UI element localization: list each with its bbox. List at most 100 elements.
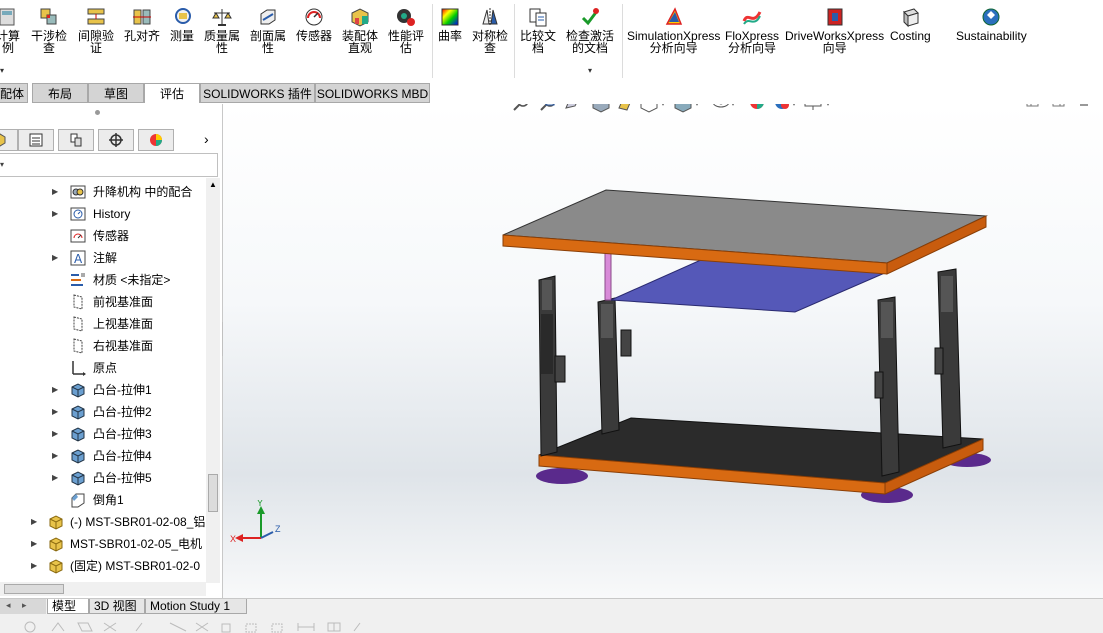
tree-vertical-scrollbar[interactable]: ▲ — [206, 178, 220, 583]
perf-eval-icon — [397, 9, 415, 26]
clearance-button[interactable]: 间隙验 证 — [78, 6, 114, 54]
tree-item[interactable]: ▶ 凸台-拉伸2 — [0, 401, 206, 423]
interference-button[interactable]: 干涉检 查 — [31, 6, 67, 54]
dash-rect-icon[interactable] — [245, 623, 257, 633]
feature-manager-tab[interactable] — [0, 129, 18, 151]
expand-arrow-icon[interactable]: ▶ — [31, 561, 37, 570]
scroll-thumb[interactable] — [4, 584, 64, 594]
expand-arrow-icon[interactable]: ▶ — [52, 385, 58, 394]
cross-tool-icon[interactable] — [103, 622, 117, 632]
expand-arrow-icon[interactable]: ▶ — [52, 407, 58, 416]
tree-item[interactable]: ▶ 凸台-拉伸4 — [0, 445, 206, 467]
assembly-visual-button[interactable]: 装配体 直观 — [342, 6, 378, 54]
lift-mechanism-model[interactable] — [223, 104, 1103, 598]
dash-rect-icon[interactable] — [271, 623, 283, 633]
slope-tool-icon[interactable] — [169, 622, 187, 632]
tab-evaluate[interactable]: 评估 — [144, 83, 200, 103]
expand-arrow-icon[interactable]: ▶ — [31, 539, 37, 548]
line-tool-icon[interactable] — [353, 622, 361, 632]
tab-model[interactable]: 模型 — [47, 599, 89, 614]
tree-item[interactable]: 上视基准面 — [0, 313, 206, 335]
floxpress-button[interactable]: FloXpress 分析向导 — [725, 6, 779, 54]
sensor-button[interactable]: 传感器 — [296, 6, 332, 42]
costing-button[interactable]: Costing — [890, 6, 931, 42]
sustainability-button[interactable]: Sustainability — [956, 6, 1027, 42]
tree-item-label: MST-SBR01-02-05_电机 — [70, 537, 203, 551]
tree-item[interactable]: 倒角1 — [0, 489, 206, 511]
expand-arrow-icon[interactable]: ▶ — [52, 451, 58, 460]
property-manager-tab[interactable] — [18, 129, 54, 151]
expand-arrow-icon[interactable]: ▶ — [52, 429, 58, 438]
expand-arrow-icon[interactable]: ▶ — [52, 187, 58, 196]
scroll-thumb[interactable] — [208, 474, 218, 512]
tab-3d-view[interactable]: 3D 视图 — [89, 599, 145, 614]
dimension-icon[interactable] — [297, 623, 315, 631]
polygon-tool-icon[interactable] — [77, 622, 93, 632]
symmetry-button[interactable]: 对称检 查 — [472, 6, 508, 54]
grid-icon[interactable] — [327, 622, 341, 632]
tree-item[interactable]: ▶ 凸台-拉伸3 — [0, 423, 206, 445]
tab-motion-study[interactable]: Motion Study 1 — [145, 599, 247, 614]
dimxpert-tab[interactable] — [98, 129, 134, 151]
tab-solidworks-addins[interactable]: SOLIDWORKS 插件 — [200, 83, 315, 103]
driveworks-button[interactable]: DriveWorksXpress 向导 — [785, 6, 884, 54]
angle-tool-icon[interactable] — [51, 622, 65, 632]
scroll-left-icon[interactable]: ◂ — [6, 600, 11, 611]
tree-item[interactable]: ▶ 凸台-拉伸5 — [0, 467, 206, 489]
tab-sketch[interactable]: 草图 — [88, 83, 144, 103]
tree-item[interactable]: ▶ (-) MST-SBR01-02-08_铝 — [0, 511, 206, 533]
expand-arrow-icon[interactable]: ▶ — [52, 209, 58, 218]
ribbon-separator — [514, 4, 515, 78]
tree-item[interactable]: 传感器 — [0, 225, 206, 247]
tab-solidworks-mbd[interactable]: SOLIDWORKS MBD — [315, 83, 430, 103]
measure-button[interactable]: 测量 — [170, 6, 194, 42]
square-tool-icon[interactable] — [221, 623, 231, 633]
expand-arrow-icon[interactable]: ▶ — [52, 253, 58, 262]
tab-assembly[interactable]: 配体 — [0, 83, 28, 103]
circle-tool-icon[interactable] — [24, 621, 36, 633]
tree-filter-box[interactable]: ▾ — [0, 153, 218, 177]
scroll-right-icon[interactable]: ▸ — [22, 600, 27, 611]
tree-item[interactable]: 右视基准面 — [0, 335, 206, 357]
expand-arrow-icon[interactable]: ▶ — [52, 473, 58, 482]
y-axis-label: Y — [257, 500, 263, 508]
command-manager-ribbon: 计算 例 ▾ 干涉检 查 间隙验 证 孔对齐 测量 质量属 性 剖面属 性 传感… — [0, 0, 1103, 83]
calc-button[interactable]: 计算 例 — [0, 6, 20, 54]
tree-item[interactable]: ▶ 凸台-拉伸1 — [0, 379, 206, 401]
perf-eval-button[interactable]: 性能评 估 — [388, 6, 424, 54]
chevron-down-icon[interactable]: ▾ — [588, 66, 592, 75]
cross-tool-icon[interactable] — [195, 622, 209, 632]
scroll-up-icon[interactable]: ▲ — [209, 180, 217, 189]
check-active-button[interactable]: 检查激活 的文档 — [566, 6, 614, 54]
hole-align-button[interactable]: 孔对齐 — [124, 6, 160, 42]
tab-layout[interactable]: 布局 — [32, 83, 88, 103]
mass-props-button[interactable]: 质量属 性 — [204, 6, 240, 54]
tree-item[interactable]: ▶ A 注解 — [0, 247, 206, 269]
tree-item[interactable]: 材质 <未指定> — [0, 269, 206, 291]
graphics-viewport[interactable]: ▾ ▾ ▾ ▾ ▾ Y X Z — [223, 104, 1103, 598]
simulationxpress-button[interactable]: SimulationXpress 分析向导 — [627, 6, 720, 54]
tree-horizontal-scrollbar[interactable] — [0, 582, 206, 596]
line-tool-icon[interactable] — [135, 622, 143, 632]
tree-item[interactable]: ▶ 升降机构 中的配合 — [0, 181, 206, 203]
configuration-manager-tab[interactable] — [58, 129, 94, 151]
tree-item[interactable]: ▶ MST-SBR01-02-05_电机 — [0, 533, 206, 555]
display-manager-tab[interactable] — [138, 129, 174, 151]
chevron-right-icon[interactable]: › — [204, 131, 209, 147]
bottom-tab-bar: ◂ ▸ 模型 3D 视图 Motion Study 1 — [0, 598, 1103, 633]
section-props-button[interactable]: 剖面属 性 — [250, 6, 286, 54]
coordinate-triad: Y X Z — [230, 500, 281, 544]
curvature-button[interactable]: 曲率 — [438, 6, 462, 42]
tree-item[interactable]: ▶ (固定) MST-SBR01-02-0 — [0, 555, 206, 577]
chevron-down-icon[interactable]: ▾ — [0, 160, 4, 169]
tree-item[interactable]: 前视基准面 — [0, 291, 206, 313]
pane-grip[interactable] — [95, 110, 100, 115]
nav-arrows[interactable]: ◂ ▸ — [0, 599, 46, 614]
expand-arrow-icon[interactable]: ▶ — [31, 517, 37, 526]
tree-item[interactable]: 原点 — [0, 357, 206, 379]
compare-docs-button[interactable]: 比较文 档 — [520, 6, 556, 54]
chevron-down-icon[interactable]: ▾ — [0, 66, 4, 75]
calc-label: 计算 例 — [0, 29, 21, 55]
tree-item[interactable]: ▶ History — [0, 203, 206, 225]
origin-icon — [69, 359, 87, 377]
